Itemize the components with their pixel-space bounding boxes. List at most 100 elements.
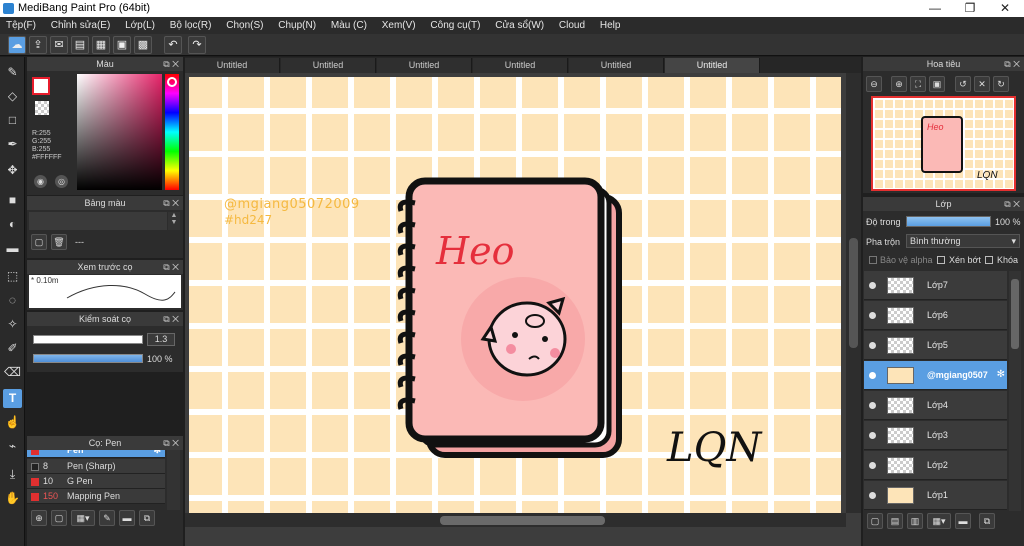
chat-icon[interactable]: ▤ bbox=[71, 36, 89, 54]
menu-color[interactable]: Màu (C) bbox=[331, 17, 367, 31]
layer-row[interactable]: Lớp3 bbox=[864, 421, 1007, 450]
new-layer-icon[interactable]: ▢ bbox=[867, 513, 883, 529]
menu-help[interactable]: Help bbox=[600, 17, 621, 31]
layer-opacity-slider[interactable] bbox=[906, 216, 991, 227]
share-icon[interactable]: ⇪ bbox=[29, 36, 47, 54]
menu-file[interactable]: Tệp(F) bbox=[6, 17, 36, 31]
magic-wand-icon[interactable]: ✧ bbox=[3, 315, 22, 334]
panel-options-icon[interactable]: ⧉ ✕ bbox=[1004, 57, 1020, 71]
visibility-eye-icon[interactable] bbox=[869, 372, 876, 379]
rotate-right-icon[interactable]: ↻ bbox=[993, 76, 1009, 92]
primary-color-swatch[interactable] bbox=[32, 77, 50, 95]
grid-icon[interactable]: ▩ bbox=[134, 36, 152, 54]
duplicate-icon[interactable]: ⧉ bbox=[139, 510, 155, 526]
vertical-scroll-thumb[interactable] bbox=[849, 238, 858, 348]
visibility-eye-icon[interactable] bbox=[869, 492, 876, 499]
panel-options-icon[interactable]: ⧉ ✕ bbox=[1004, 197, 1020, 211]
visibility-eye-icon[interactable] bbox=[869, 432, 876, 439]
brush-item[interactable]: 10 G Pen bbox=[27, 474, 165, 489]
color-picker-icon[interactable]: ◎ bbox=[55, 175, 68, 188]
reset-view-icon[interactable]: ✕ bbox=[974, 76, 990, 92]
move-tool-icon[interactable]: ✥ bbox=[3, 161, 22, 180]
panel-options-icon[interactable]: ⧉ ✕ bbox=[163, 57, 179, 71]
brush-menu-icon[interactable]: ▦▾ bbox=[71, 510, 95, 526]
drawing-canvas[interactable]: @mgiang05072009 #hd247 Heo LQN bbox=[189, 77, 841, 514]
brush-item[interactable]: 150 Mapping Pen bbox=[27, 489, 165, 504]
rectangle-tool-icon[interactable]: □ bbox=[3, 111, 22, 130]
layer-row[interactable]: Lớp4 bbox=[864, 391, 1007, 420]
canvas-horizontal-scrollbar[interactable] bbox=[185, 513, 846, 527]
visibility-eye-icon[interactable] bbox=[869, 402, 876, 409]
lasso-tool-icon[interactable]: ◌ bbox=[3, 291, 22, 310]
panel-options-icon[interactable]: ⧉ ✕ bbox=[163, 196, 179, 210]
tab-untitled[interactable]: Untitled bbox=[473, 58, 568, 73]
eyedropper-tool-icon[interactable]: ⌁ bbox=[3, 437, 22, 456]
cloud-icon[interactable]: ☁ bbox=[8, 36, 26, 54]
brush-size-slider[interactable] bbox=[33, 335, 143, 344]
folder-icon[interactable]: ▬ bbox=[955, 513, 971, 529]
menu-filter[interactable]: Bộ lọc(R) bbox=[170, 17, 212, 31]
color-wheel-icon[interactable]: ◉ bbox=[34, 175, 47, 188]
text-tool-icon[interactable]: T bbox=[3, 389, 22, 408]
layer-row-selected[interactable]: @mgiang0507 ✻ bbox=[864, 361, 1007, 390]
panel-options-icon[interactable]: ⧉ ✕ bbox=[163, 312, 179, 326]
layer-row[interactable]: Lớp6 bbox=[864, 301, 1007, 330]
menu-edit[interactable]: Chỉnh sửa(E) bbox=[51, 17, 111, 31]
clipping-checkbox[interactable] bbox=[937, 256, 945, 264]
navigator-thumbnail[interactable]: Heo LQN bbox=[871, 96, 1016, 191]
redo-icon[interactable]: ↷ bbox=[188, 36, 206, 54]
new-brush-icon[interactable]: ▢ bbox=[51, 510, 67, 526]
saturation-value-picker[interactable] bbox=[77, 74, 162, 190]
tab-untitled[interactable]: Untitled bbox=[185, 58, 280, 73]
new-8bit-layer-icon[interactable]: ▥ bbox=[907, 513, 923, 529]
menu-layer[interactable]: Lớp(L) bbox=[125, 17, 155, 31]
fit-window-icon[interactable]: ⛶ bbox=[910, 76, 926, 92]
tab-untitled[interactable]: Untitled bbox=[281, 58, 376, 73]
new-halftone-layer-icon[interactable]: ▤ bbox=[887, 513, 903, 529]
pen-tool-icon[interactable]: ✒ bbox=[3, 135, 22, 154]
dropper-tool-icon[interactable]: ⤓ bbox=[3, 465, 22, 484]
document-icon[interactable]: ▦ bbox=[92, 36, 110, 54]
layer-row[interactable]: Lớp7 bbox=[864, 271, 1007, 300]
gear-icon[interactable]: ✻ bbox=[153, 450, 161, 458]
panel-options-icon[interactable]: ⧉ ✕ bbox=[163, 436, 179, 450]
bucket-tool-icon[interactable]: ◐ bbox=[3, 215, 22, 234]
layer-list-scrollbar[interactable] bbox=[1009, 271, 1021, 511]
visibility-eye-icon[interactable] bbox=[869, 462, 876, 469]
brush-item[interactable]: 8 Pen (Sharp) bbox=[27, 459, 165, 474]
folder-icon[interactable]: ▬ bbox=[119, 510, 135, 526]
zoom-in-icon[interactable]: ⊕ bbox=[891, 76, 907, 92]
duplicate-layer-icon[interactable]: ⧉ bbox=[979, 513, 995, 529]
brush-tool-icon[interactable]: ✎ bbox=[3, 63, 22, 82]
menu-tools[interactable]: Công cụ(T) bbox=[430, 17, 480, 31]
menu-view[interactable]: Xem(V) bbox=[382, 17, 416, 31]
rotate-left-icon[interactable]: ↺ bbox=[955, 76, 971, 92]
fill-rect-tool-icon[interactable]: ■ bbox=[3, 191, 22, 210]
select-tool-icon[interactable]: ⬚ bbox=[3, 267, 22, 286]
add-brush-icon[interactable]: ⊕ bbox=[31, 510, 47, 526]
comment-icon[interactable]: ✉ bbox=[50, 36, 68, 54]
select-pen-icon[interactable]: ✐ bbox=[3, 339, 22, 358]
tab-untitled[interactable]: Untitled bbox=[569, 58, 664, 73]
tab-untitled-active[interactable]: Untitled bbox=[665, 58, 760, 73]
menu-window[interactable]: Cửa sổ(W) bbox=[495, 17, 544, 31]
layer-row[interactable]: Lớp5 bbox=[864, 331, 1007, 360]
secondary-color-swatch[interactable] bbox=[35, 101, 49, 115]
layer-scroll-thumb[interactable] bbox=[1011, 279, 1019, 349]
brush-size-value[interactable]: 1.3 bbox=[147, 333, 175, 346]
eraser-tool-icon[interactable]: ◇ bbox=[3, 87, 22, 106]
gradient-tool-icon[interactable]: ▬ bbox=[3, 239, 22, 258]
protect-alpha-checkbox[interactable] bbox=[869, 256, 877, 264]
operation-tool-icon[interactable]: ☝ bbox=[3, 413, 22, 432]
visibility-eye-icon[interactable] bbox=[869, 282, 876, 289]
menu-select[interactable]: Chọn(S) bbox=[226, 17, 263, 31]
layer-row[interactable]: Lớp1 bbox=[864, 481, 1007, 510]
visibility-eye-icon[interactable] bbox=[869, 312, 876, 319]
brush-item[interactable]: Pen ✻ bbox=[27, 450, 165, 458]
palette-list[interactable] bbox=[29, 212, 167, 230]
menu-cloud[interactable]: Cloud bbox=[559, 17, 585, 31]
close-button[interactable]: ✕ bbox=[988, 0, 1022, 17]
select-eraser-icon[interactable]: ⌫ bbox=[3, 363, 22, 382]
layer-row[interactable]: Lớp2 bbox=[864, 451, 1007, 480]
delete-palette-icon[interactable]: 🗑 bbox=[51, 234, 67, 250]
